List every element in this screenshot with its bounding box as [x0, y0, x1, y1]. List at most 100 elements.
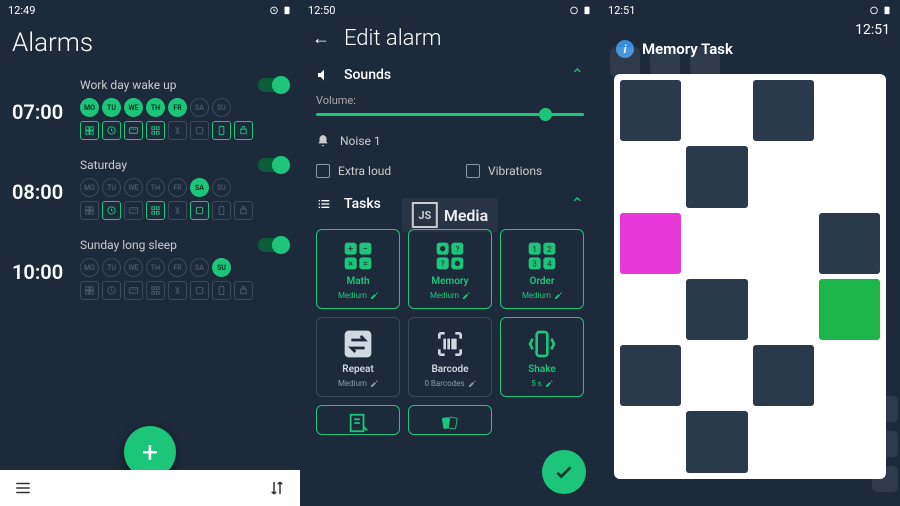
alarm-feature-icon[interactable] [102, 201, 121, 220]
memory-cell[interactable] [753, 279, 814, 340]
memory-cell[interactable] [620, 345, 681, 406]
day-badge[interactable]: SU [212, 178, 231, 197]
day-badge[interactable]: FR [168, 98, 187, 117]
alarm-feature-icon[interactable] [168, 121, 187, 140]
menu-icon[interactable] [14, 479, 32, 497]
alarm-feature-icon[interactable] [234, 281, 253, 300]
back-button[interactable]: ← [312, 28, 330, 49]
memory-cell[interactable] [620, 80, 681, 141]
alarm-row[interactable]: 10:00 Sunday long sleep MOTUWETHFRSASU [0, 232, 300, 312]
day-badge[interactable]: SA [190, 178, 209, 197]
alarm-feature-icon[interactable] [124, 281, 143, 300]
alarm-feature-icon[interactable] [102, 121, 121, 140]
day-badge[interactable]: FR [168, 178, 187, 197]
day-badge[interactable]: WE [124, 258, 143, 277]
alarm-feature-icon[interactable] [102, 281, 121, 300]
alarm-feature-icon[interactable] [234, 121, 253, 140]
day-badge[interactable]: TU [102, 98, 121, 117]
day-badge[interactable]: TU [102, 178, 121, 197]
memory-cell[interactable] [620, 146, 681, 207]
alarm-feature-icon[interactable] [190, 201, 209, 220]
alarm-feature-icon[interactable] [146, 201, 165, 220]
task-card-shake[interactable]: Shake 5 s [500, 317, 584, 397]
day-badge[interactable]: MO [80, 258, 99, 277]
task-name: Shake [528, 364, 556, 375]
battery-icon [282, 5, 292, 15]
day-badge[interactable]: TU [102, 258, 121, 277]
task-card-repeat[interactable]: Repeat Medium [316, 317, 400, 397]
memory-board [614, 74, 886, 479]
alarm-feature-icon[interactable] [80, 201, 99, 220]
memory-cell[interactable] [620, 213, 681, 274]
noise-option[interactable]: Noise 1 [300, 126, 600, 156]
day-badge[interactable]: WE [124, 98, 143, 117]
task-card-partial[interactable] [316, 405, 400, 435]
memory-cell[interactable] [686, 146, 747, 207]
alarm-feature-icon[interactable] [124, 201, 143, 220]
alarm-status-icon [569, 5, 579, 15]
memory-cell[interactable] [753, 80, 814, 141]
alarm-feature-icon[interactable] [168, 201, 187, 220]
memory-cell[interactable] [620, 279, 681, 340]
day-badge[interactable]: SU [212, 258, 231, 277]
alarm-feature-icon[interactable] [212, 281, 231, 300]
task-card-partial[interactable] [408, 405, 492, 435]
task-name: Barcode [431, 364, 468, 375]
volume-slider[interactable] [300, 109, 600, 126]
day-badge[interactable]: TH [146, 98, 165, 117]
alarm-feature-icon[interactable] [80, 281, 99, 300]
alarm-feature-icon[interactable] [146, 121, 165, 140]
day-badge[interactable]: SU [212, 98, 231, 117]
day-badge[interactable]: TH [146, 178, 165, 197]
day-badge[interactable]: MO [80, 98, 99, 117]
memory-cell[interactable] [819, 80, 880, 141]
barcode-icon [434, 328, 466, 360]
memory-cell[interactable] [819, 279, 880, 340]
task-card-barcode[interactable]: Barcode 0 Barcodes [408, 317, 492, 397]
extra-loud-label: Extra loud [338, 164, 391, 178]
alarm-feature-icon[interactable] [212, 201, 231, 220]
alarm-row[interactable]: 07:00 Work day wake up MOTUWETHFRSASU [0, 72, 300, 152]
alarm-feature-icon[interactable] [212, 121, 231, 140]
task-subtitle: Medium [338, 291, 378, 300]
memory-cell[interactable] [753, 146, 814, 207]
day-badge[interactable]: MO [80, 178, 99, 197]
sounds-section[interactable]: Sounds ⌃ [300, 57, 600, 92]
memory-cell[interactable] [686, 411, 747, 472]
task-card-memory[interactable]: ?? Memory Medium [408, 229, 492, 309]
alarm-row[interactable]: 08:00 Saturday MOTUWETHFRSASU [0, 152, 300, 232]
task-subtitle: Medium [522, 291, 562, 300]
memory-cell[interactable] [686, 80, 747, 141]
day-badge[interactable]: FR [168, 258, 187, 277]
alarm-feature-icon[interactable] [146, 281, 165, 300]
day-badge[interactable]: SA [190, 258, 209, 277]
extra-loud-option[interactable]: Extra loud [300, 156, 450, 186]
memory-cell[interactable] [620, 411, 681, 472]
memory-cell[interactable] [819, 213, 880, 274]
memory-cell[interactable] [686, 279, 747, 340]
alarm-toggle[interactable] [258, 78, 288, 92]
task-card-math[interactable]: +−×= Math Medium [316, 229, 400, 309]
alarm-feature-icon[interactable] [80, 121, 99, 140]
alarm-feature-icon[interactable] [190, 281, 209, 300]
day-badge[interactable]: WE [124, 178, 143, 197]
confirm-button[interactable] [542, 450, 586, 494]
alarm-toggle[interactable] [258, 158, 288, 172]
alarm-toggle[interactable] [258, 238, 288, 252]
memory-cell[interactable] [753, 345, 814, 406]
sort-icon[interactable] [268, 479, 286, 497]
memory-cell[interactable] [686, 213, 747, 274]
alarm-feature-icon[interactable] [168, 281, 187, 300]
vibrations-option[interactable]: Vibrations [450, 156, 600, 186]
background-decoration [870, 386, 900, 506]
memory-cell[interactable] [753, 411, 814, 472]
day-badge[interactable]: SA [190, 98, 209, 117]
day-badge[interactable]: TH [146, 258, 165, 277]
alarm-feature-icon[interactable] [234, 201, 253, 220]
memory-cell[interactable] [686, 345, 747, 406]
memory-cell[interactable] [753, 213, 814, 274]
alarm-feature-icon[interactable] [124, 121, 143, 140]
alarm-feature-icon[interactable] [190, 121, 209, 140]
memory-cell[interactable] [819, 146, 880, 207]
task-card-order[interactable]: 1234 Order Medium [500, 229, 584, 309]
